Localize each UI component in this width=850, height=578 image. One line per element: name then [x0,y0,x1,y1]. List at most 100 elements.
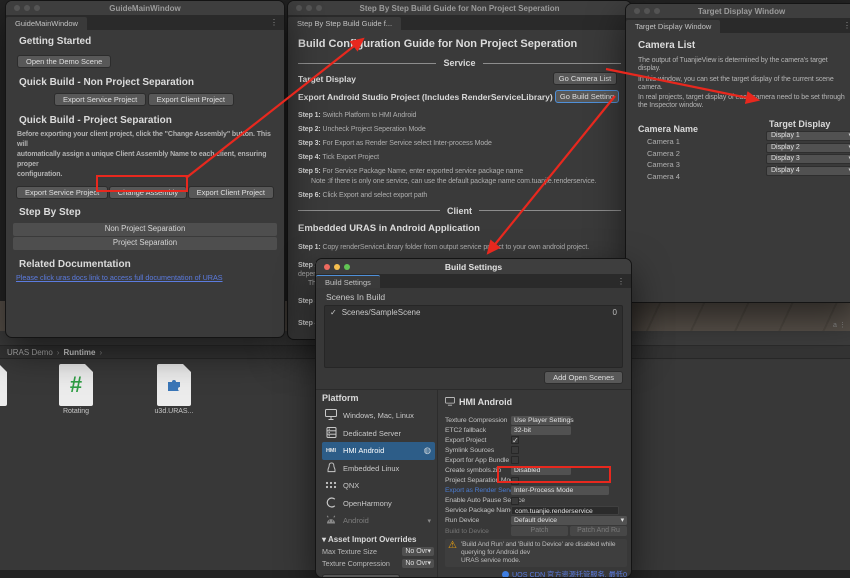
stepbystep-titlebar[interactable]: Step By Step Build Guide for Non Project… [288,1,631,16]
platform-hmi-android[interactable]: HMI HMI Android ◍ [322,442,435,460]
service-package-name-field[interactable]: com.tuanjie.renderservice [511,506,619,515]
client-step-1: Step 1: Copy renderServiceLibrary folder… [298,244,621,253]
service-step-1: Step 1: Switch Platform to HMI Android [298,112,621,121]
quick-build-non-heading: Quick Build - Non Project Separation [19,77,278,88]
client-heading: Embedded URAS in Android Application [298,223,621,234]
scene-row[interactable]: ✓ Scenes/SampleScene 0 [325,306,622,319]
related-documentation-heading: Related Documentation [19,259,278,270]
dots-grid-icon [324,480,338,492]
add-open-scenes-button[interactable]: Add Open Scenes [544,371,623,384]
service-divider: Service [298,58,621,68]
setting-row-build-to-device: Build to Device Patch Patch And Ru [445,526,631,536]
change-assembly-button[interactable]: Change Assembly [109,186,187,199]
tab-build-settings[interactable]: Build Settings [316,275,380,288]
kebab-menu-icon[interactable]: ⋮ [843,21,850,30]
asset-import-overrides: ▾ Asset Import Overrides Max Texture Siz… [322,535,434,568]
kebab-menu-icon[interactable]: ⋮ [617,277,625,286]
camera-row: Camera 3 Display 3▾ [638,154,845,165]
platform-windows[interactable]: Windows, Mac, Linux [322,407,435,425]
etc2-fallback-dropdown[interactable]: 32-bit [511,426,571,435]
uos-cdn-link[interactable]: UOS CDN 官方资源托管服务, 最低0 [512,570,627,578]
project-separation-checkbox[interactable] [511,477,519,485]
tab-target-display[interactable]: Target Display Window [626,20,720,33]
scene-overlay-glyphs: a ⋮ [833,321,846,329]
run-device-dropdown[interactable]: Default device▾ [511,516,627,525]
scene-checkbox[interactable]: ✓ [330,308,337,317]
go-camera-list-button[interactable]: Go Camera List [553,72,617,85]
chevron-down-icon[interactable]: ▾ [427,517,431,525]
platform-android[interactable]: Android ▾ [322,512,435,530]
display-dropdown[interactable]: Display 4▾ [766,166,850,176]
build-settings-titlebar[interactable]: Build Settings [316,259,631,275]
project-separation-button[interactable]: Project Separation [13,237,277,250]
open-demo-scene-button[interactable]: Open the Demo Scene [17,55,111,68]
export-project-checkbox[interactable]: ✓ [511,436,519,444]
setting-row-symlink-sources: Symlink Sources [445,445,631,455]
uras-docs-link[interactable]: Please click uras docs link to access fu… [16,273,223,282]
platform-embedded-linux[interactable]: Embedded Linux [322,460,435,478]
breadcrumb-current[interactable]: Runtime [63,348,95,357]
tab-bar: Build Settings ⋮ [316,275,631,288]
kebab-menu-icon[interactable]: ⋮ [270,18,278,27]
texture-compression-override-label: Texture Compression [322,559,390,568]
asset-tile-plugin[interactable]: u3d.URAS... [146,364,202,415]
camera-row: Camera 4 Display 4▾ [638,166,845,177]
export-service-project-button[interactable]: Export Service Project [54,93,146,106]
target-display-header: Target Display [769,119,830,129]
page-title: Build Configuration Guide for Non Projec… [298,38,621,50]
platform-dedicated-server[interactable]: Dedicated Server [322,425,435,443]
window-title: GuideMainWindow [6,4,284,13]
traffic-light-buttons[interactable] [296,5,322,11]
player-settings-button[interactable]: Player Settings... [322,574,400,578]
go-build-setting-button[interactable]: Go Build Setting [555,90,619,103]
selected-platform-heading: HMI Android [459,397,512,407]
texture-compression-dropdown[interactable]: No Ovr▾ [402,559,434,568]
target-titlebar[interactable]: Target Display Window [626,4,850,19]
export-client-project-button[interactable]: Export Client Project [148,93,234,106]
chevron-down-icon: ▾ [427,560,431,567]
max-texture-size-dropdown[interactable]: No Ovr▾ [402,547,434,556]
separation-description: Before exporting your client project, cl… [17,130,278,180]
patch-and-run-button[interactable]: Patch And Ru [570,526,627,536]
step-by-step-heading: Step By Step [19,207,278,218]
platform-qnx[interactable]: QNX [322,477,435,495]
non-project-separation-button[interactable]: Non Project Separation [13,223,277,236]
csharp-script-icon: # [59,364,93,406]
service-step-6: Step 6: Click Export and select export p… [298,192,621,201]
scenes-list[interactable]: ✓ Scenes/SampleScene 0 [324,305,623,368]
asset-tile-partial[interactable] [0,364,18,406]
plugin-puzzle-icon [157,364,191,406]
display-dropdown[interactable]: Display 3▾ [766,154,850,164]
setting-row-auto-pause: Enable Auto Pause Service [445,496,631,506]
breadcrumb-root[interactable]: URAS Demo [7,348,53,357]
render-service-mode-dropdown[interactable]: Inter-Process Mode [511,486,609,495]
display-dropdown[interactable]: Display 2▾ [766,143,850,153]
foldout-arrow-icon[interactable]: ▾ [322,535,326,544]
traffic-light-buttons[interactable] [634,8,660,14]
traffic-light-buttons[interactable] [14,5,40,11]
symbols-zip-dropdown[interactable]: Disabled [511,466,571,475]
setting-row-export-project: Export Project ✓ [445,435,631,445]
symlink-sources-checkbox[interactable] [511,446,519,454]
auto-pause-checkbox[interactable] [511,497,519,505]
target-display-window: Target Display Window Target Display Win… [625,3,850,303]
client-divider: Client [298,206,621,216]
asset-tile-rotating[interactable]: # Rotating [48,364,104,415]
scene-index: 0 [613,308,617,317]
guide-titlebar[interactable]: GuideMainWindow [6,1,284,16]
traffic-light-buttons[interactable] [324,264,350,270]
monitor-icon [324,409,338,422]
patch-button[interactable]: Patch [511,526,568,536]
quick-build-sep-heading: Quick Build - Project Separation [19,115,278,126]
texture-compression-dropdown[interactable]: Use Player Settings [511,416,571,425]
tab-stepbystep[interactable]: Step By Step Build Guide f... [288,17,401,30]
service-step-2: Step 2: Uncheck Project Seperation Mode [298,126,621,135]
tab-guide[interactable]: GuideMainWindow [6,17,87,30]
setting-row-app-bundle: Export for App Bundle [445,455,631,465]
android-robot-icon [324,515,338,527]
export-service-project-button-2[interactable]: Export Service Project [16,186,108,199]
export-client-project-button-2[interactable]: Export Client Project [188,186,274,199]
export-app-bundle-checkbox[interactable] [511,456,519,464]
display-dropdown[interactable]: Display 1▾ [766,131,850,141]
platform-openharmony[interactable]: OpenHarmony [322,495,435,513]
